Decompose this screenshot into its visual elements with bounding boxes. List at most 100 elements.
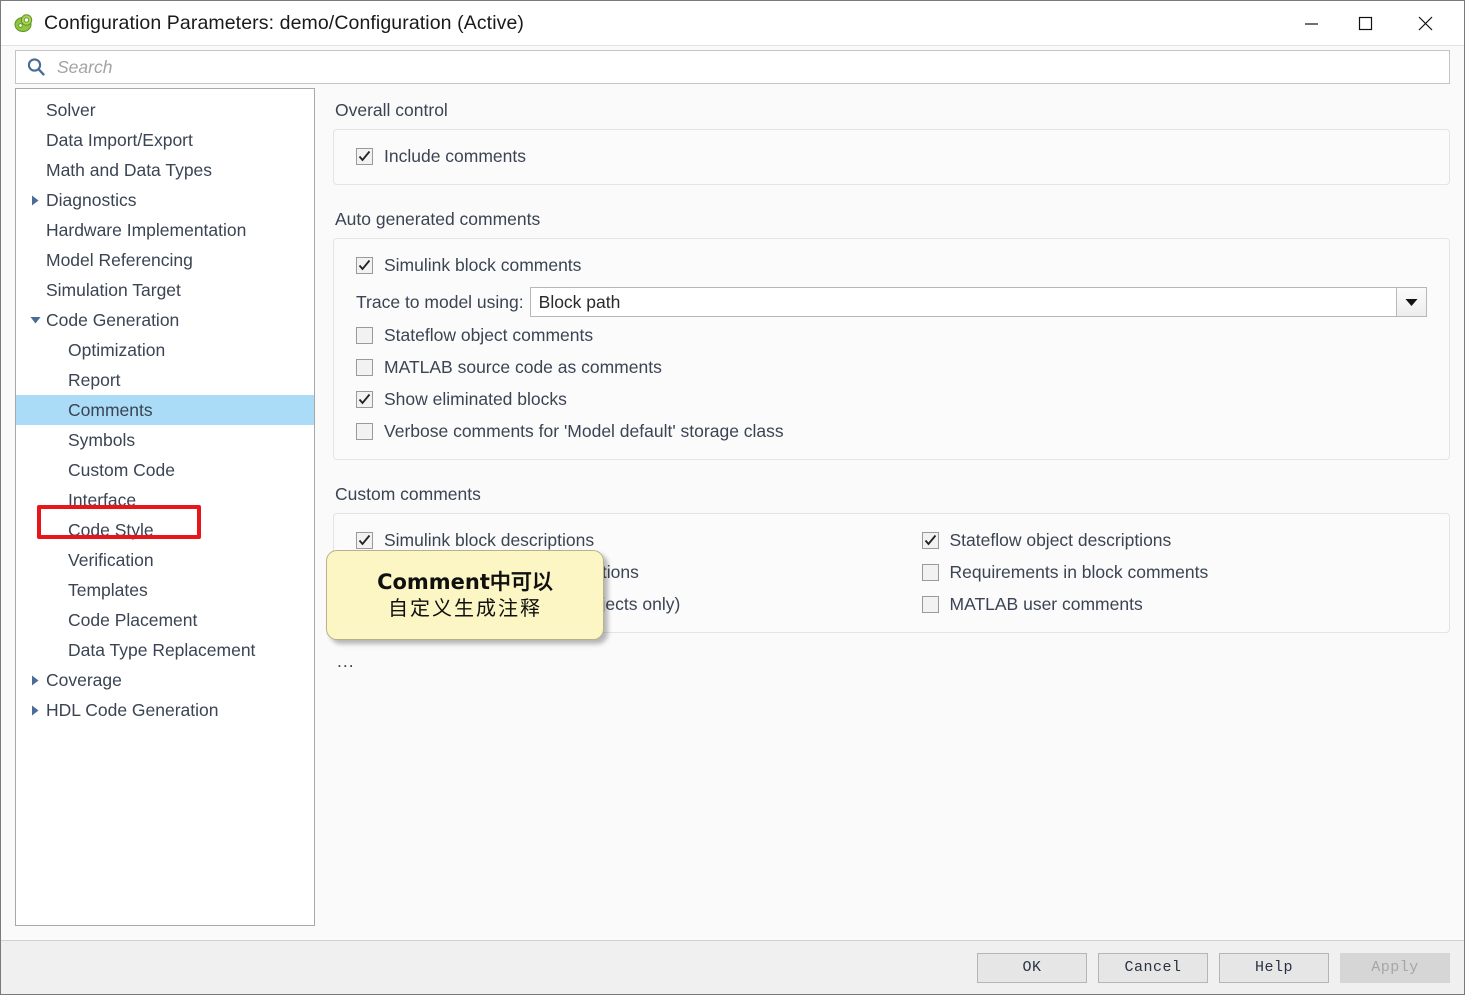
chevron-right-icon[interactable] [24,675,46,686]
tree-item-verification[interactable]: Verification [16,545,314,575]
tree-item-hdl-code-generation[interactable]: HDL Code Generation [16,695,314,725]
checkbox-label: Requirements in block comments [949,561,1209,582]
chevron-right-icon[interactable] [24,195,46,206]
checkbox-box[interactable] [356,326,373,344]
tree-item-label: Report [68,369,121,390]
checkbox-box[interactable] [921,563,939,581]
custom-comments-right-column: Stateflow object descriptions Requiremen… [892,524,1450,620]
search-row [1,46,1464,88]
checkbox-verbose-comments-model-default-storage-class[interactable]: Verbose comments for 'Model default' sto… [334,415,1449,447]
search-box[interactable] [15,50,1450,84]
checkbox-box[interactable] [921,595,939,613]
tooltip-line-1: Comment中可以 [377,569,553,594]
tree-item-code-generation[interactable]: Code Generation [16,305,314,335]
tree-item-math-and-data-types[interactable]: Math and Data Types [16,155,314,185]
help-button[interactable]: Help [1219,952,1329,983]
tree-item-optimization[interactable]: Optimization [16,335,314,365]
maximize-icon[interactable] [1342,1,1388,45]
dialog-body: Solver Data Import/Export Math and Data Ty… [1,88,1464,940]
tree-item-label: Data Import/Export [46,129,193,150]
checkbox-label: Simulink block comments [384,254,582,275]
tree-item-label: Solver [46,99,96,120]
search-input[interactable] [55,55,1449,79]
checkbox-show-eliminated-blocks[interactable]: Show eliminated blocks [334,383,1449,415]
tree-item-label: Verification [68,549,154,570]
custom-comments-title: Custom comments [335,484,481,504]
cancel-button[interactable]: Cancel [1098,952,1208,983]
tree-item-label: Simulation Target [46,279,181,300]
checkbox-matlab-user-comments[interactable]: MATLAB user comments [892,588,1450,620]
tree-item-solver[interactable]: Solver [16,95,314,125]
tree-item-simulation-target[interactable]: Simulation Target [16,275,314,305]
tree-item-label: Symbols [68,429,136,450]
chevron-down-icon[interactable] [24,316,46,324]
chevron-down-icon[interactable] [1396,288,1426,316]
tree-item-label: Hardware Implementation [46,219,247,240]
window-title: Configuration Parameters: demo/Configura… [44,11,525,34]
tree-item-diagnostics[interactable]: Diagnostics [16,185,314,215]
search-icon [25,56,47,78]
trace-to-model-label: Trace to model using: [356,291,524,312]
close-icon[interactable] [1402,1,1448,45]
tree-item-hardware-implementation[interactable]: Hardware Implementation [16,215,314,245]
trace-to-model-dropdown[interactable]: Block path [529,287,1427,317]
simulink-icon [13,12,35,34]
checkbox-label: Verbose comments for 'Model default' sto… [384,420,784,441]
tree-item-data-type-replacement[interactable]: Data Type Replacement [16,635,314,665]
tree-item-label: Data Type Replacement [68,639,256,660]
tree-item-report[interactable]: Report [16,365,314,395]
checkbox-stateflow-object-comments[interactable]: Stateflow object comments [334,319,1449,351]
checkbox-box[interactable] [356,256,373,274]
settings-tree[interactable]: Solver Data Import/Export Math and Data Ty… [15,88,315,926]
configuration-parameters-window: Configuration Parameters: demo/Configura… [0,0,1465,995]
tree-item-label: HDL Code Generation [46,699,219,720]
checkbox-requirements-in-block-comments[interactable]: Requirements in block comments [892,556,1450,588]
tree-item-label: Code Style [68,519,154,540]
check-icon [358,393,371,404]
checkbox-label: Stateflow object descriptions [949,529,1172,550]
checkbox-label: Simulink block descriptions [384,529,595,550]
apply-button[interactable]: Apply [1340,952,1450,983]
tree-item-code-style[interactable]: Code Style [16,515,314,545]
ok-button[interactable]: OK [977,952,1087,983]
minimize-icon[interactable] [1288,1,1334,45]
checkbox-box[interactable] [356,422,373,440]
checkbox-box[interactable] [356,531,373,549]
checkbox-include-comments[interactable]: Include comments [334,140,1449,172]
auto-generated-comments-title: Auto generated comments [335,209,541,229]
tree-item-interface[interactable]: Interface [16,485,314,515]
chevron-right-icon[interactable] [24,705,46,716]
more-indicator[interactable]: ... [337,651,1450,672]
annotation-tooltip: Comment中可以 自定义生成注释 [326,550,604,640]
check-icon [924,534,936,545]
tree-item-label: Comments [68,399,153,420]
comments-pane: Overall control Include comments Auto ge… [333,88,1450,926]
tree-item-model-referencing[interactable]: Model Referencing [16,245,314,275]
checkbox-label: MATLAB source code as comments [384,356,662,377]
overall-control-group: Include comments [333,129,1450,185]
checkbox-box[interactable] [921,531,939,549]
tree-item-label: Optimization [68,339,166,360]
tree-item-label: Code Generation [46,309,180,330]
checkbox-label: Include comments [384,145,527,166]
checkbox-box[interactable] [356,147,373,165]
checkbox-box[interactable] [356,390,373,408]
checkbox-box[interactable] [356,358,373,376]
tree-item-label: Custom Code [68,459,175,480]
tree-item-label: Code Placement [68,609,198,630]
tree-item-comments[interactable]: Comments [16,395,314,425]
tree-item-coverage[interactable]: Coverage [16,665,314,695]
auto-generated-comments-group: Simulink block comments Trace to model u… [333,238,1450,460]
checkbox-matlab-source-code-as-comments[interactable]: MATLAB source code as comments [334,351,1449,383]
checkbox-simulink-block-comments[interactable]: Simulink block comments [334,249,1449,281]
tree-item-label: Model Referencing [46,249,193,270]
tree-item-data-import-export[interactable]: Data Import/Export [16,125,314,155]
tree-item-label: Diagnostics [46,189,137,210]
checkbox-stateflow-object-descriptions[interactable]: Stateflow object descriptions [892,524,1450,556]
tree-item-symbols[interactable]: Symbols [16,425,314,455]
tree-item-templates[interactable]: Templates [16,575,314,605]
tree-item-code-placement[interactable]: Code Placement [16,605,314,635]
tree-item-custom-code[interactable]: Custom Code [16,455,314,485]
trace-to-model-value: Block path [538,291,621,312]
tree-item-label: Coverage [46,669,122,690]
